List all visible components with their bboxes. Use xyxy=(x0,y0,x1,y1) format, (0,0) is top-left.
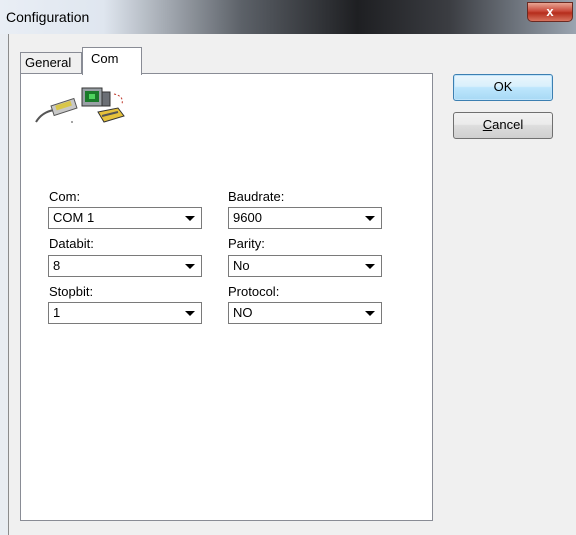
tab-com[interactable]: Com xyxy=(82,47,142,75)
close-button[interactable]: x xyxy=(527,2,573,22)
databit-label: Databit: xyxy=(49,236,94,251)
baudrate-label: Baudrate: xyxy=(228,189,285,204)
cancel-button[interactable]: Cancel xyxy=(453,112,553,139)
window-title: Configuration xyxy=(6,9,90,25)
stopbit-select-value: 1 xyxy=(53,305,61,320)
com-select-value: COM 1 xyxy=(53,210,95,225)
parity-label: Parity: xyxy=(228,236,265,251)
chevron-down-icon xyxy=(185,311,195,316)
stopbit-label: Stopbit: xyxy=(49,284,94,299)
cancel-button-label: ancel xyxy=(492,117,524,132)
protocol-select-value: NO xyxy=(233,305,253,320)
parity-select[interactable]: No xyxy=(228,255,382,277)
com-label: Com: xyxy=(49,189,81,204)
tab-general-label: General xyxy=(25,55,72,70)
tab-com-label: Com xyxy=(91,51,119,66)
chevron-down-icon xyxy=(185,216,195,221)
databit-select-value: 8 xyxy=(53,258,61,273)
chevron-down-icon xyxy=(365,216,375,221)
protocol-select[interactable]: NO xyxy=(228,302,382,324)
chevron-down-icon xyxy=(365,311,375,316)
close-icon: x xyxy=(546,4,554,19)
ok-button[interactable]: OK xyxy=(453,74,553,101)
ok-button-label: OK xyxy=(493,79,513,94)
chevron-down-icon xyxy=(185,264,195,269)
serial-port-connection-icon xyxy=(32,82,132,132)
protocol-label: Protocol: xyxy=(228,284,280,299)
baudrate-select[interactable]: 9600 xyxy=(228,207,382,229)
stopbit-select[interactable]: 1 xyxy=(48,302,202,324)
databit-select[interactable]: 8 xyxy=(48,255,202,277)
title-bar[interactable]: Configuration x xyxy=(0,0,576,34)
cancel-button-mnemonic: C xyxy=(482,117,493,132)
tab-general[interactable]: General xyxy=(20,52,82,74)
com-select[interactable]: COM 1 xyxy=(48,207,202,229)
window-left-edge xyxy=(0,34,9,535)
parity-select-value: No xyxy=(233,258,250,273)
chevron-down-icon xyxy=(365,264,375,269)
baudrate-select-value: 9600 xyxy=(233,210,262,225)
